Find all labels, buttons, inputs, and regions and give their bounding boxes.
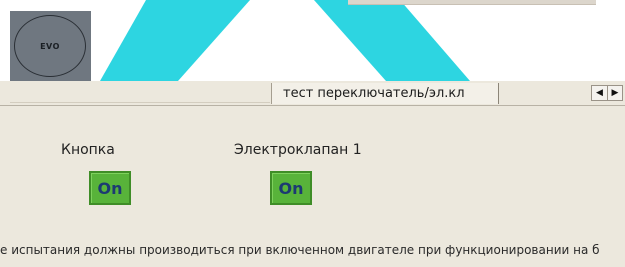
arrow-left-icon: ◀ [596,88,603,98]
logo-text: EVO [40,41,60,51]
valve-label: Электроклапан 1 [234,142,362,158]
main-window: тест переключатель/эл.кл ◀ ▶ Кнопка On Э… [0,81,625,267]
instruction-text: е испытания должны производиться при вкл… [0,243,600,257]
tab-strip: тест переключатель/эл.кл ◀ ▶ [0,81,625,106]
button-on-toggle[interactable]: On [89,171,131,205]
arrow-right-icon: ▶ [611,88,619,98]
tab-area-left [10,85,270,103]
scroll-right-button[interactable]: ▶ [607,85,623,101]
logo-circle: EVO [14,15,86,77]
scroll-left-button[interactable]: ◀ [591,85,607,101]
tab-scroll-controls: ◀ ▶ [591,85,623,101]
logo: EVO [10,11,91,81]
tab-test-switch[interactable]: тест переключатель/эл.кл [271,83,499,104]
top-strip [348,0,596,5]
valve-on-toggle[interactable]: On [270,171,312,205]
button-label: Кнопка [61,142,115,158]
